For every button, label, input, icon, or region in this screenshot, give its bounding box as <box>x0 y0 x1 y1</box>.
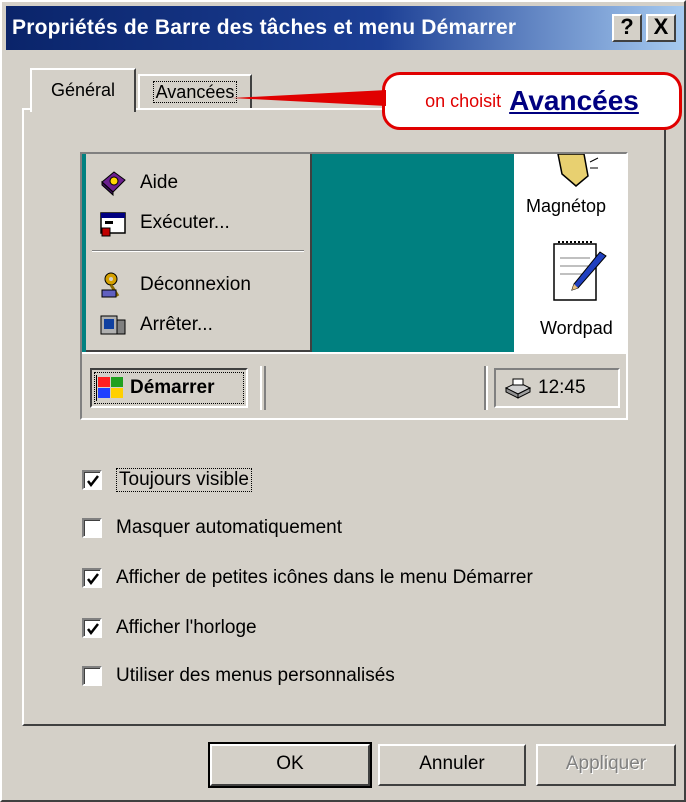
windows-logo-icon <box>96 375 123 401</box>
start-menu-preview: Aide Exécuter... Déconnexion Arrêter... <box>86 154 312 352</box>
system-tray: 12:45 <box>494 368 620 408</box>
option-label: Afficher l'horloge <box>116 617 257 638</box>
callout-emphasis: Avancées <box>509 85 639 116</box>
desktop-icon-label-wordpad: Wordpad <box>540 318 613 338</box>
option-masquer-automatiquement[interactable]: Masquer automatiquement <box>82 514 342 542</box>
start-button: Démarrer <box>90 368 248 408</box>
check-icon <box>87 475 99 488</box>
option-menus-personnalises[interactable]: Utiliser des menus personnalisés <box>82 662 395 690</box>
tray-separator <box>484 366 488 410</box>
menu-item-arreter-label: Arrêter... <box>140 314 213 335</box>
checkbox-masquer-automatiquement[interactable] <box>82 518 102 538</box>
window-title: Propriétés de Barre des tâches et menu D… <box>12 16 517 39</box>
menu-separator <box>92 250 304 252</box>
taskbar: Démarrer 12:45 <box>82 352 626 418</box>
start-button-label: Démarrer <box>130 377 215 398</box>
checkbox-petites-icones[interactable] <box>82 568 102 588</box>
annotation-callout: on choisit Avancées <box>382 72 682 130</box>
cancel-button[interactable]: Annuler <box>378 744 526 786</box>
checkbox-toujours-visible[interactable] <box>82 470 102 490</box>
desktop-icon-label-magnetop: Magnétop <box>526 196 607 216</box>
ok-button[interactable]: OK <box>208 742 372 788</box>
option-label: Afficher de petites icônes dans le menu … <box>116 567 533 588</box>
menu-item-executer: Exécuter... <box>98 206 230 240</box>
option-toujours-visible[interactable]: Toujours visible <box>82 466 252 494</box>
title-bar[interactable]: Propriétés de Barre des tâches et menu D… <box>6 6 684 50</box>
apply-button[interactable]: Appliquer <box>536 744 676 786</box>
menu-item-aide-label: Aide <box>140 172 179 193</box>
tab-avancees-label: Avancées <box>152 81 238 103</box>
option-label: Toujours visible <box>116 468 252 492</box>
menu-item-deconnexion-label: Déconnexion <box>140 274 251 295</box>
tab-avancees[interactable]: Avancées <box>138 74 252 108</box>
clock: 12:45 <box>538 377 586 398</box>
option-petites-icones[interactable]: Afficher de petites icônes dans le menu … <box>82 564 533 592</box>
option-label: Utiliser des menus personnalisés <box>116 665 395 686</box>
taskbar-handle <box>260 366 266 410</box>
run-icon <box>98 208 128 238</box>
menu-item-arreter: Arrêter... <box>98 308 213 342</box>
printer-icon <box>504 378 532 399</box>
option-afficher-horloge[interactable]: Afficher l'horloge <box>82 614 257 642</box>
help-book-icon <box>98 168 128 198</box>
taskbar-preview: Aide Exécuter... Déconnexion Arrêter... … <box>80 152 628 420</box>
menu-item-deconnexion: Déconnexion <box>98 268 251 302</box>
desktop-icons-area: Magnétop Wordpad <box>514 154 626 352</box>
menu-item-aide: Aide <box>98 166 178 200</box>
check-icon <box>87 623 99 636</box>
shutdown-icon <box>98 310 128 340</box>
close-button[interactable]: X <box>646 14 676 42</box>
help-button[interactable]: ? <box>612 14 642 42</box>
callout-prefix: on choisit <box>425 90 502 111</box>
check-icon <box>87 573 99 586</box>
properties-dialog: Propriétés de Barre des tâches et menu D… <box>0 0 686 802</box>
logoff-keys-icon <box>98 270 128 300</box>
option-label: Masquer automatiquement <box>116 517 343 538</box>
checkbox-menus-personnalises[interactable] <box>82 666 102 686</box>
sound-recorder-icon <box>557 154 599 187</box>
tab-general[interactable]: Général <box>30 68 136 112</box>
tab-general-label: Général <box>50 80 116 100</box>
checkbox-afficher-horloge[interactable] <box>82 618 102 638</box>
menu-item-executer-label: Exécuter... <box>140 212 230 233</box>
wordpad-icon <box>553 241 607 301</box>
